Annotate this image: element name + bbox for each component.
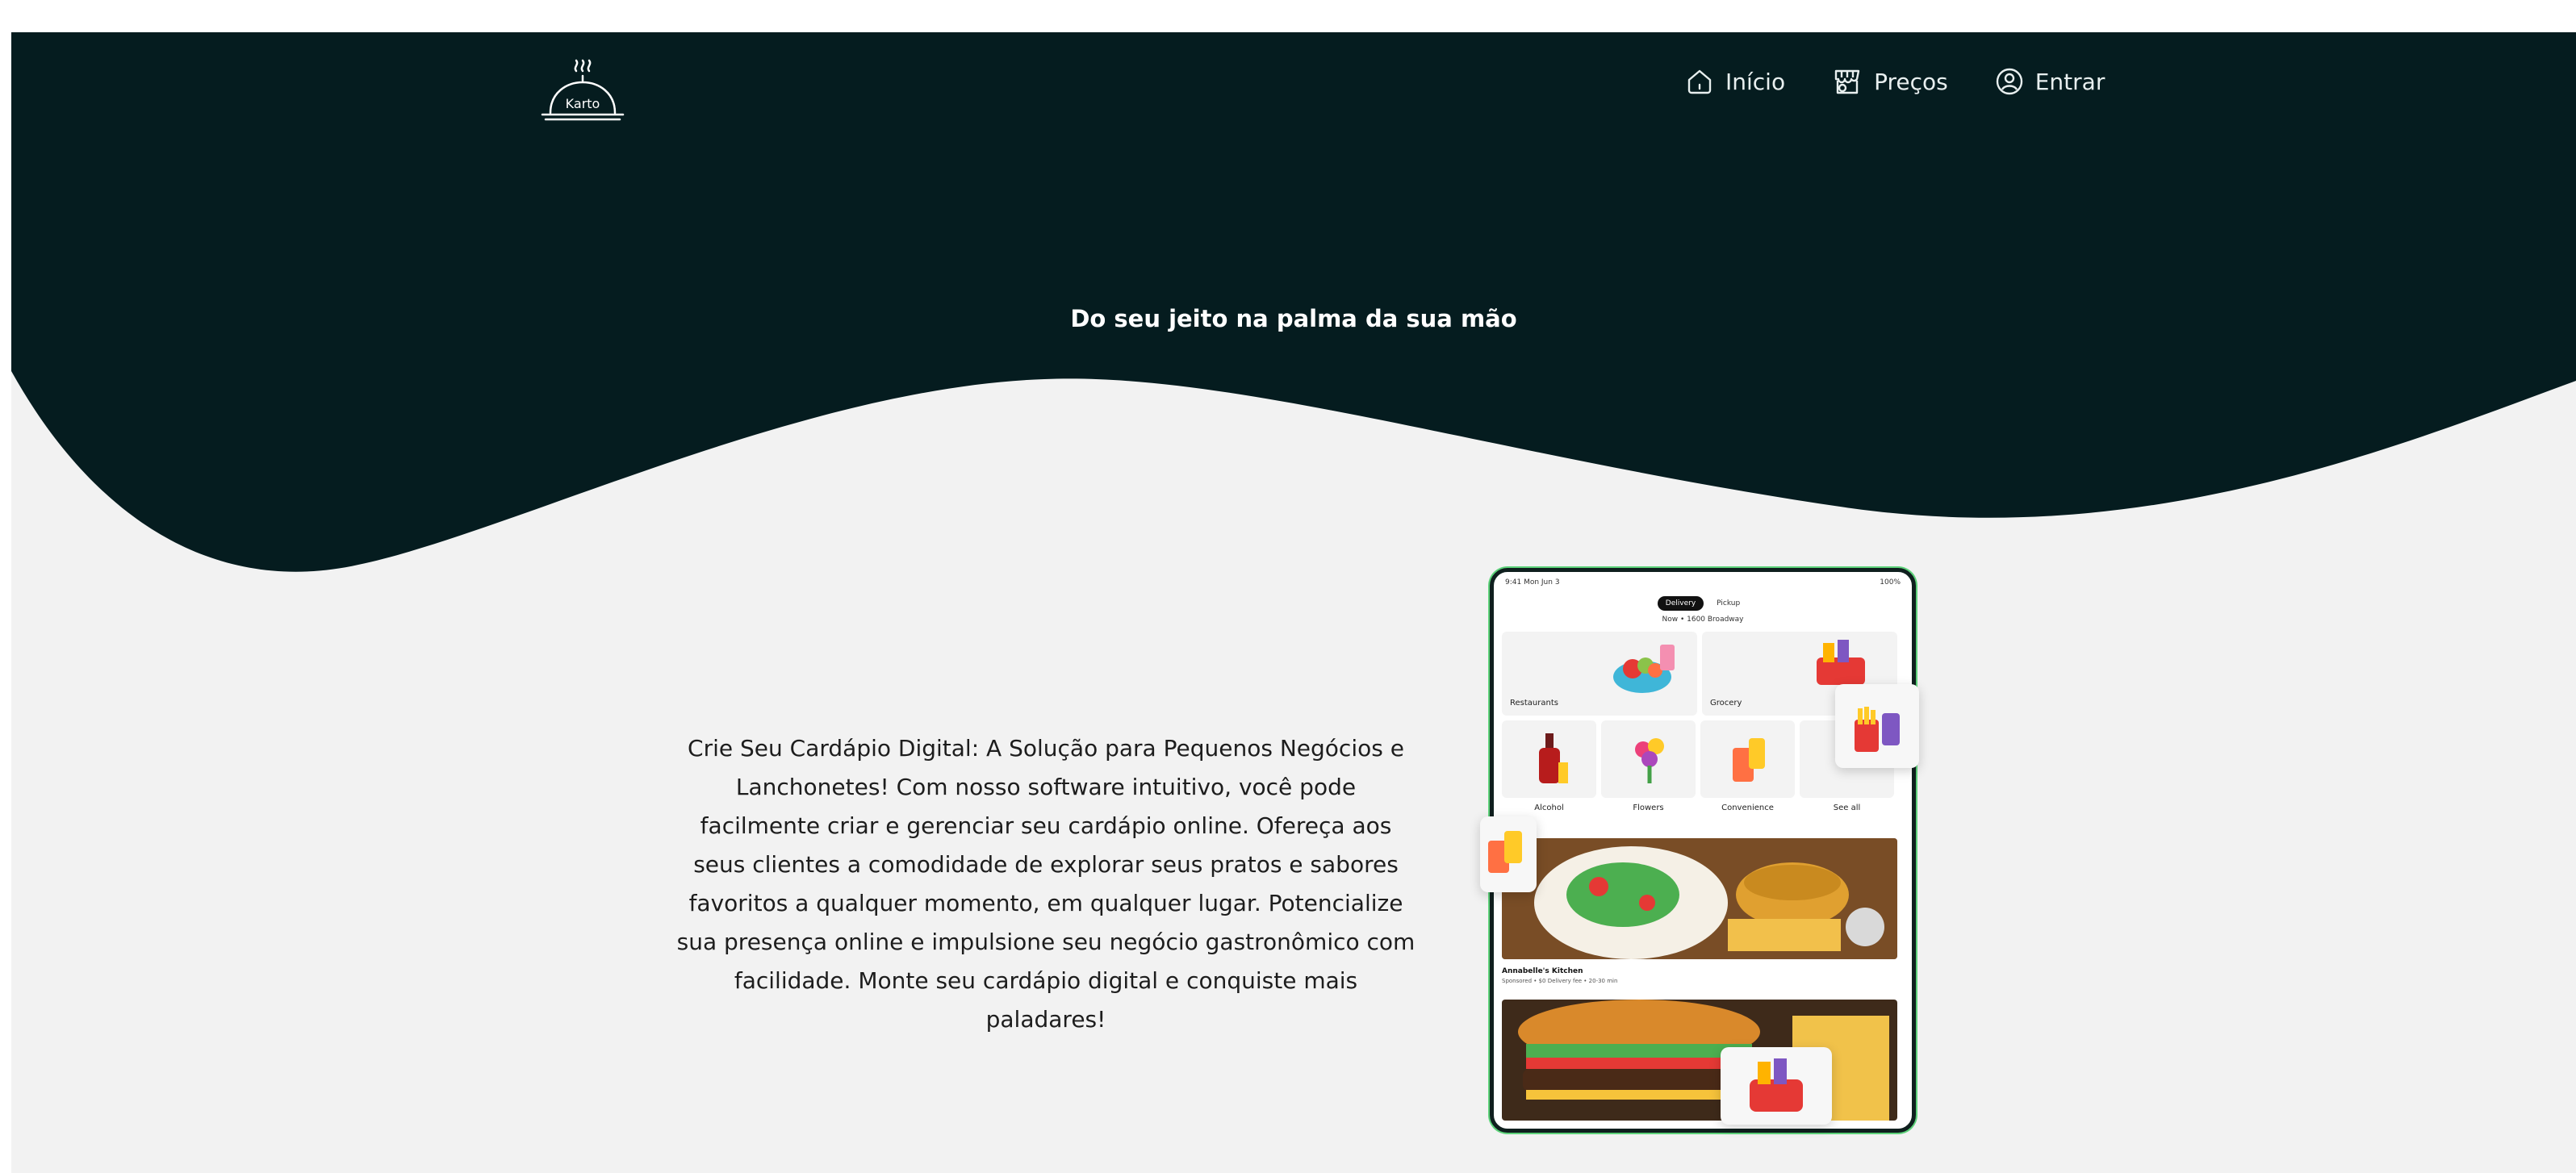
mockup-tile-convenience: Convenience (1700, 720, 1795, 812)
logo-text: Karto (566, 96, 600, 111)
mockup-tab-pickup: Pickup (1717, 599, 1741, 607)
mockup-status-bar: 9:41 Mon Jun 3 100% (1494, 572, 1912, 599)
salad-bowl-icon (1613, 645, 1675, 693)
user-circle-icon (1996, 68, 2022, 95)
mockup-address: Now • 1600 Broadway (1662, 616, 1744, 624)
nav-label-precos: Preços (1874, 68, 1948, 95)
mockup-tile-alcohol: Alcohol (1502, 720, 1596, 812)
mockup-label-see-all: See all (1833, 804, 1861, 812)
bottle-icon (1539, 733, 1568, 783)
mockup-tile-restaurants: Restaurants (1502, 632, 1697, 716)
shopping-basket-icon (1750, 1058, 1803, 1112)
nav-item-entrar[interactable]: Entrar (1995, 67, 2106, 96)
floating-card-convenience (1480, 816, 1537, 892)
nav-item-inicio[interactable]: Início (1685, 67, 1785, 96)
mockup-label-convenience: Convenience (1721, 804, 1774, 812)
nav-label-inicio: Início (1725, 68, 1786, 95)
mockup-status-time: 9:41 Mon Jun 3 (1505, 578, 1560, 586)
mockup-tile-flowers: Flowers (1601, 720, 1696, 812)
karto-logo[interactable]: Karto (534, 56, 631, 137)
hero-tagline: Do seu jeito na palma da sua mão (1070, 305, 1517, 332)
nav-label-entrar: Entrar (2034, 68, 2106, 95)
floating-card-drinks (1835, 684, 1919, 768)
store-icon (1834, 69, 1860, 94)
mockup-label-restaurants: Restaurants (1510, 699, 1558, 708)
page: Karto Início Preços Entrar Do seu jeito … (11, 32, 2576, 1173)
convenience-icon (1733, 738, 1765, 782)
flowers-icon (1635, 738, 1664, 783)
food-photo-illustration (1502, 838, 1897, 959)
mockup-restaurant-meta: Sponsored • $0 Delivery fee • 20-30 min (1502, 978, 1618, 984)
nav-item-precos[interactable]: Preços (1832, 66, 1948, 97)
logo-cloche-icon: Karto (541, 59, 625, 121)
mockup-label-alcohol: Alcohol (1534, 804, 1564, 812)
mockup-label-flowers: Flowers (1633, 804, 1664, 812)
mockup-food-photo (1502, 838, 1897, 959)
floating-card-basket (1721, 1047, 1832, 1125)
product-description: Crie Seu Cardápio Digital: A Solução par… (676, 735, 1416, 1033)
burger-photo-illustration (1502, 1000, 1897, 1121)
mockup-tab-delivery: Delivery (1657, 596, 1704, 611)
fries-and-drink-icon (1855, 707, 1900, 752)
app-mockup-image: 9:41 Mon Jun 3 100% Delivery Pickup Now … (1490, 568, 1916, 1133)
mockup-restaurant-name: Annabelle's Kitchen (1502, 967, 1583, 975)
top-nav: Início Preços Entrar (1685, 66, 2105, 97)
snack-box-icon (1488, 831, 1522, 873)
home-icon (1687, 69, 1712, 94)
mockup-label-grocery: Grocery (1710, 699, 1742, 708)
mockup-burger-photo (1502, 1000, 1897, 1121)
mockup-status-battery: 100% (1880, 578, 1901, 586)
